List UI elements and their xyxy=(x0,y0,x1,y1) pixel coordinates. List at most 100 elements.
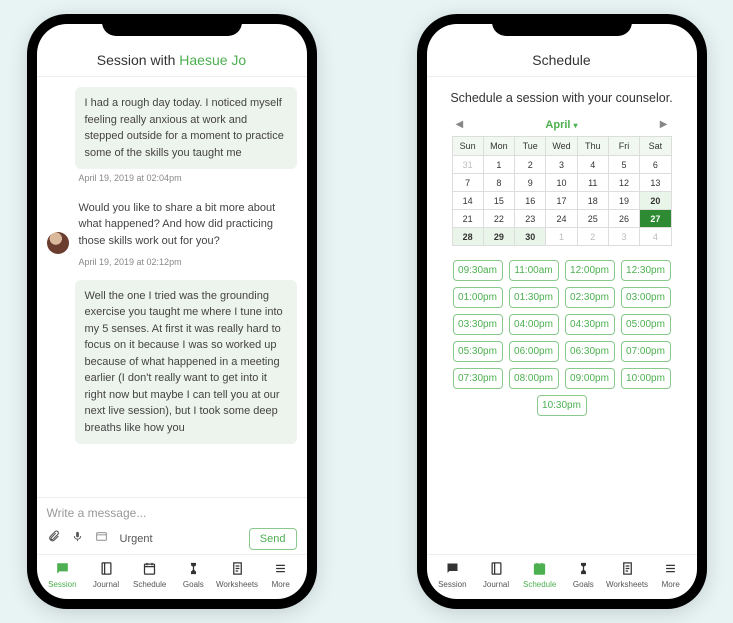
calendar-day[interactable]: 6 xyxy=(640,156,671,174)
tab-more[interactable]: More xyxy=(259,561,303,589)
calendar-day[interactable]: 13 xyxy=(640,174,671,192)
message-row: Would you like to share a bit more about… xyxy=(47,196,297,270)
tab-journal[interactable]: Journal xyxy=(84,561,128,589)
goals-icon xyxy=(186,561,201,578)
message-input[interactable]: Write a message... xyxy=(47,506,297,520)
calendar-day[interactable]: 26 xyxy=(608,210,639,228)
message-bubble: I had a rough day today. I noticed mysel… xyxy=(75,87,297,169)
time-slot[interactable]: 03:30pm xyxy=(453,314,503,335)
message-bubble: Would you like to share a bit more about… xyxy=(75,196,297,254)
schedule-icon xyxy=(142,561,157,578)
microphone-icon[interactable] xyxy=(72,530,83,548)
tab-journal[interactable]: Journal xyxy=(474,561,518,589)
time-slot[interactable]: 11:00am xyxy=(509,260,559,281)
calendar-dow: Wed xyxy=(546,137,577,156)
time-slot[interactable]: 07:30pm xyxy=(453,368,503,389)
current-month[interactable]: April ▾ xyxy=(545,119,577,131)
chat-body[interactable]: I had a rough day today. I noticed mysel… xyxy=(37,77,307,497)
calendar-day[interactable]: 10 xyxy=(546,174,577,192)
time-slot[interactable]: 05:00pm xyxy=(621,314,671,335)
send-button[interactable]: Send xyxy=(249,528,297,550)
calendar-day[interactable]: 27 xyxy=(640,210,671,228)
calendar-day[interactable]: 12 xyxy=(608,174,639,192)
tab-bar: SessionJournalScheduleGoalsWorksheetsMor… xyxy=(37,554,307,599)
calendar-day[interactable]: 2 xyxy=(515,156,546,174)
time-slot[interactable]: 01:30pm xyxy=(509,287,559,308)
tab-worksheets[interactable]: Worksheets xyxy=(605,561,649,589)
calendar-dow: Tue xyxy=(515,137,546,156)
attachment-icon[interactable] xyxy=(47,530,60,548)
calendar-nav: ◀ April ▾ ▶ xyxy=(452,117,672,132)
worksheets-icon xyxy=(620,561,635,578)
calendar-day[interactable]: 20 xyxy=(640,192,671,210)
calendar-day[interactable]: 29 xyxy=(483,228,514,246)
tab-label: Schedule xyxy=(523,580,556,589)
time-slot[interactable]: 03:00pm xyxy=(621,287,671,308)
tab-schedule[interactable]: Schedule xyxy=(518,561,562,589)
time-slot[interactable]: 04:00pm xyxy=(509,314,559,335)
time-slot[interactable]: 09:00pm xyxy=(565,368,615,389)
time-slot[interactable]: 05:30pm xyxy=(453,341,503,362)
calendar-day[interactable]: 23 xyxy=(515,210,546,228)
tab-schedule[interactable]: Schedule xyxy=(128,561,172,589)
time-slot[interactable]: 08:00pm xyxy=(509,368,559,389)
calendar-day[interactable]: 11 xyxy=(577,174,608,192)
calendar-day[interactable]: 9 xyxy=(515,174,546,192)
counselor-name: Haesue Jo xyxy=(179,52,246,68)
time-slot[interactable]: 12:30pm xyxy=(621,260,671,281)
more-icon xyxy=(273,561,288,578)
schedule-body: Schedule a session with your counselor. … xyxy=(427,77,697,554)
tab-label: Session xyxy=(438,580,466,589)
time-slot[interactable]: 12:00pm xyxy=(565,260,615,281)
calendar-day[interactable]: 14 xyxy=(452,192,483,210)
calendar-dow: Thu xyxy=(577,137,608,156)
calendar-day[interactable]: 7 xyxy=(452,174,483,192)
next-month-button[interactable]: ▶ xyxy=(656,117,672,132)
message-bubble: Well the one I tried was the grounding e… xyxy=(75,280,297,445)
schedule-icon xyxy=(532,561,547,578)
tab-session[interactable]: Session xyxy=(41,561,85,589)
journal-icon xyxy=(99,561,114,578)
tab-goals[interactable]: Goals xyxy=(172,561,216,589)
calendar-dow: Mon xyxy=(483,137,514,156)
calendar-day[interactable]: 4 xyxy=(577,156,608,174)
calendar-day[interactable]: 22 xyxy=(483,210,514,228)
calendar-day: 4 xyxy=(640,228,671,246)
calendar-day[interactable]: 8 xyxy=(483,174,514,192)
time-slot[interactable]: 09:30am xyxy=(453,260,503,281)
tab-worksheets[interactable]: Worksheets xyxy=(215,561,259,589)
tab-more[interactable]: More xyxy=(649,561,693,589)
calendar-day[interactable]: 17 xyxy=(546,192,577,210)
tab-goals[interactable]: Goals xyxy=(562,561,606,589)
calendar-day[interactable]: 19 xyxy=(608,192,639,210)
calendar-day[interactable]: 5 xyxy=(608,156,639,174)
time-slot[interactable]: 07:00pm xyxy=(621,341,671,362)
time-slot[interactable]: 10:30pm xyxy=(537,395,587,416)
session-icon xyxy=(445,561,460,578)
calendar-day[interactable]: 30 xyxy=(515,228,546,246)
time-slot[interactable]: 01:00pm xyxy=(453,287,503,308)
calendar-day[interactable]: 18 xyxy=(577,192,608,210)
calendar-day[interactable]: 21 xyxy=(452,210,483,228)
notch xyxy=(102,14,242,36)
calendar-day[interactable]: 16 xyxy=(515,192,546,210)
prev-month-button[interactable]: ◀ xyxy=(452,117,468,132)
calendar-day: 31 xyxy=(452,156,483,174)
urgent-icon[interactable] xyxy=(95,530,108,548)
calendar-day[interactable]: 15 xyxy=(483,192,514,210)
calendar-day[interactable]: 24 xyxy=(546,210,577,228)
time-slot[interactable]: 04:30pm xyxy=(565,314,615,335)
tab-label: Worksheets xyxy=(606,580,648,589)
time-slot[interactable]: 10:00pm xyxy=(621,368,671,389)
calendar-day: 1 xyxy=(546,228,577,246)
calendar-day[interactable]: 1 xyxy=(483,156,514,174)
message-row: Well the one I tried was the grounding e… xyxy=(47,280,297,445)
calendar-day[interactable]: 25 xyxy=(577,210,608,228)
calendar-day[interactable]: 28 xyxy=(452,228,483,246)
time-slot[interactable]: 06:00pm xyxy=(509,341,559,362)
time-slot[interactable]: 06:30pm xyxy=(565,341,615,362)
message-row: I had a rough day today. I noticed mysel… xyxy=(47,87,297,186)
tab-session[interactable]: Session xyxy=(431,561,475,589)
time-slot[interactable]: 02:30pm xyxy=(565,287,615,308)
calendar-day[interactable]: 3 xyxy=(546,156,577,174)
